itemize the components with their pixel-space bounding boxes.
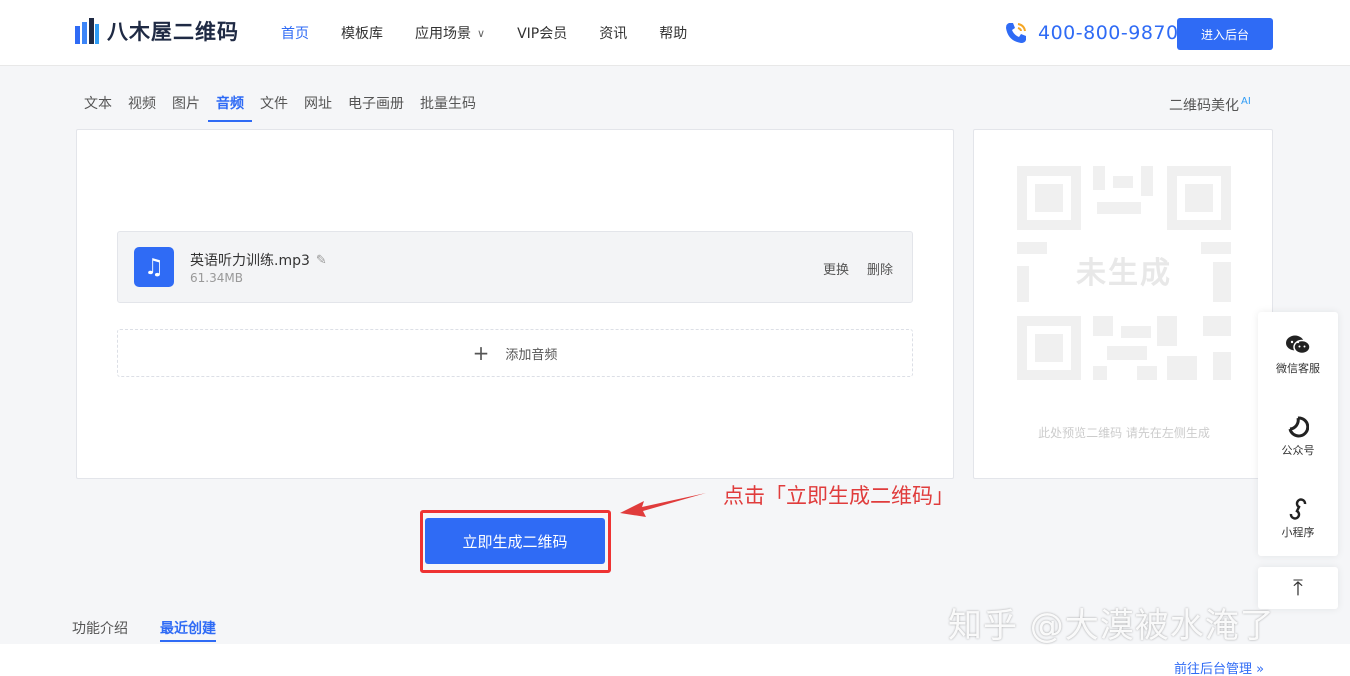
mini-program-label: 小程序 [1281,526,1315,539]
tab-recent-created[interactable]: 最近创建 [160,618,216,642]
official-account-button[interactable]: 公众号 [1258,414,1338,458]
qr-status-label: 未生成 [1076,256,1172,291]
annotation-text: 点击「立即生成二维码」 [723,484,954,508]
official-account-label: 公众号 [1281,444,1315,457]
nav-news[interactable]: 资讯 [599,22,627,44]
tab-text[interactable]: 文本 [76,92,120,122]
file-name: 英语听力训练.mp3 [190,253,310,269]
replace-file-button[interactable]: 更换 [823,259,849,278]
wechat-service-label: 微信客服 [1276,362,1320,375]
tab-video[interactable]: 视频 [120,92,164,122]
goto-admin-link[interactable]: 前往后台管理 » [1174,658,1264,676]
file-size: 61.34MB [190,271,243,285]
main-nav: 首页 模板库 应用场景 ∨ VIP会员 资讯 帮助 [281,22,719,44]
tab-feature-intro[interactable]: 功能介绍 [72,618,128,642]
nav-scenarios[interactable]: 应用场景 ∨ [415,22,485,44]
nav-templates[interactable]: 模板库 [341,22,383,44]
tab-image[interactable]: 图片 [164,92,208,122]
phone-icon [1006,23,1026,43]
nav-news-label: 资讯 [599,26,628,42]
generate-qr-button[interactable]: 立即生成二维码 [425,518,605,564]
tab-file[interactable]: 文件 [252,92,296,122]
audio-file-card: ♫ 英语听力训练.mp3 ✎ 61.34MB 更换 删除 [117,231,913,303]
wechat-service-button[interactable]: 微信客服 [1258,332,1338,376]
arrow-up-icon: ⤒ [1293,575,1303,601]
nav-scenarios-label: 应用场景 [415,26,471,42]
bottom-tabs: 功能介绍 最近创建 [72,618,248,642]
mini-program-icon [1258,496,1338,522]
nav-vip-label: VIP会员 [517,26,568,42]
official-account-icon [1258,414,1338,440]
delete-file-button[interactable]: 删除 [867,259,893,278]
phone-number: 400-800-9870 [1038,22,1179,44]
floating-service-bar: 微信客服 公众号 小程序 [1258,312,1338,556]
qr-preview-panel: 未生成 此处预览二维码 请先在左侧生成 [973,129,1273,479]
tab-url[interactable]: 网址 [296,92,340,122]
nav-help[interactable]: 帮助 [659,22,687,44]
tab-batch[interactable]: 批量生码 [412,92,484,122]
chevron-down-icon: ∨ [477,26,486,40]
bottom-content-strip [0,644,1350,676]
nav-home[interactable]: 首页 [281,22,309,44]
tab-album[interactable]: 电子画册 [340,92,412,122]
annotation-arrow-icon [620,493,706,517]
nav-templates-label: 模板库 [341,26,383,42]
enter-admin-button[interactable]: 进入后台 [1177,18,1273,50]
top-header: 八木屋二维码 首页 模板库 应用场景 ∨ VIP会员 资讯 帮助 400-800-… [0,0,1350,66]
logo-text: 八木屋二维码 [107,20,239,44]
edit-pencil-icon[interactable]: ✎ [316,253,327,268]
nav-help-label: 帮助 [659,26,688,42]
qr-preview-hint: 此处预览二维码 请先在左侧生成 [1038,426,1210,440]
watermark: 知乎 @大漠被水淹了 [948,606,1275,646]
tab-audio[interactable]: 音频 [208,92,252,122]
nav-vip[interactable]: VIP会员 [517,22,567,44]
music-note-icon: ♫ [134,247,174,287]
plus-icon: + [472,341,490,365]
qr-beautify-label: 二维码美化 [1169,98,1239,114]
ai-badge: AI [1241,96,1251,108]
phone-contact: 400-800-9870 [1003,20,1179,46]
audio-editor-panel: ♫ 英语听力训练.mp3 ✎ 61.34MB 更换 删除 + 添加音频 [76,129,954,479]
logo[interactable]: 八木屋二维码 [73,16,239,46]
content-type-tabs: 文本 视频 图片 音频 文件 网址 电子画册 批量生码 [76,92,484,122]
nav-home-label: 首页 [281,26,309,42]
file-name-row: 英语听力训练.mp3 ✎ [190,250,327,270]
logo-icon [75,18,99,44]
mini-program-button[interactable]: 小程序 [1258,496,1338,540]
wechat-icon [1258,332,1338,358]
add-audio-button[interactable]: + 添加音频 [117,329,913,377]
add-audio-label: 添加音频 [505,347,558,363]
qr-beautify-link[interactable]: 二维码美化 AI [1169,95,1251,115]
